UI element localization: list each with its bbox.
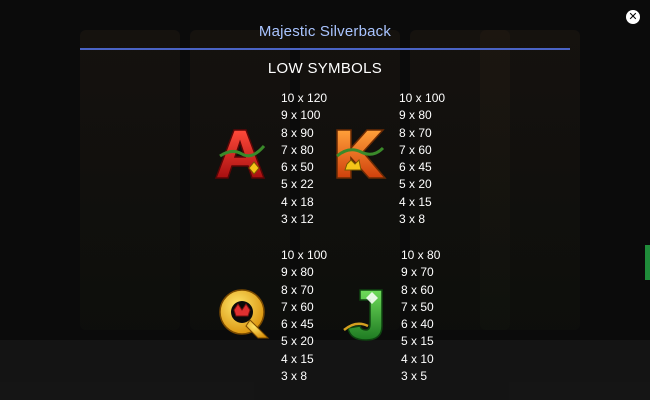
pay-line: 7 x 60 [281,299,314,314]
close-button[interactable]: ✕ [626,10,640,24]
pay-line: 6 x 45 [281,317,314,332]
pay-line: 4 x 15 [281,351,314,366]
pay-line: 5 x 20 [281,334,314,349]
pay-line: 3 x 8 [399,212,426,227]
pay-line: 8 x 60 [401,282,434,297]
pay-line: 10 x 100 [399,91,446,105]
pay-line: 5 x 20 [399,177,432,192]
pay-line: 8 x 70 [399,125,432,140]
pay-line: 3 x 12 [281,212,314,227]
pay-line: 5 x 22 [281,177,314,192]
paytable-header: Majestic Silverback ✕ [0,0,650,50]
symbol-a-icon [214,129,266,179]
pay-line: 4 x 18 [281,194,314,209]
pay-line: 8 x 90 [281,125,314,140]
pay-line: 10 x 120 [281,91,328,105]
pay-line: 7 x 60 [399,142,432,157]
pay-line: 10 x 80 [401,248,441,262]
pay-line: 7 x 50 [401,299,434,314]
pay-line: 9 x 80 [399,108,432,123]
symbol-j-icon [343,289,383,341]
pay-line: 3 x 8 [281,369,308,384]
pay-line: 8 x 70 [281,282,314,297]
symbol-k-icon [336,129,387,179]
paytable-a: 10 x 120 9 x 100 8 x 90 7 x 80 6 x 50 5 … [281,90,327,228]
pay-line: 3 x 5 [401,369,428,384]
section-title: LOW SYMBOLS [267,60,383,77]
pay-line: 4 x 10 [401,351,434,366]
pay-line: 7 x 80 [281,142,314,157]
pay-line: 4 x 15 [399,194,432,209]
close-icon: ✕ [628,11,638,23]
title-divider [80,48,570,50]
pay-line: 9 x 70 [401,265,434,280]
pay-line: 9 x 80 [281,265,314,280]
pay-line: 6 x 50 [281,160,314,175]
background-side-tab [645,245,650,280]
paytable-j: 10 x 80 9 x 70 8 x 60 7 x 50 6 x 40 5 x … [401,247,440,385]
pay-line: 9 x 100 [281,108,321,123]
symbol-q-icon [219,289,270,339]
paytable-k: 10 x 100 9 x 80 8 x 70 7 x 60 6 x 45 5 x… [399,90,445,228]
pay-line: 5 x 15 [401,334,434,349]
pay-line: 10 x 100 [281,248,328,262]
pay-line: 6 x 45 [399,160,432,175]
pay-line: 6 x 40 [401,317,434,332]
page-title: Majestic Silverback [258,23,392,40]
paytable-q: 10 x 100 9 x 80 8 x 70 7 x 60 6 x 45 5 x… [281,247,327,385]
